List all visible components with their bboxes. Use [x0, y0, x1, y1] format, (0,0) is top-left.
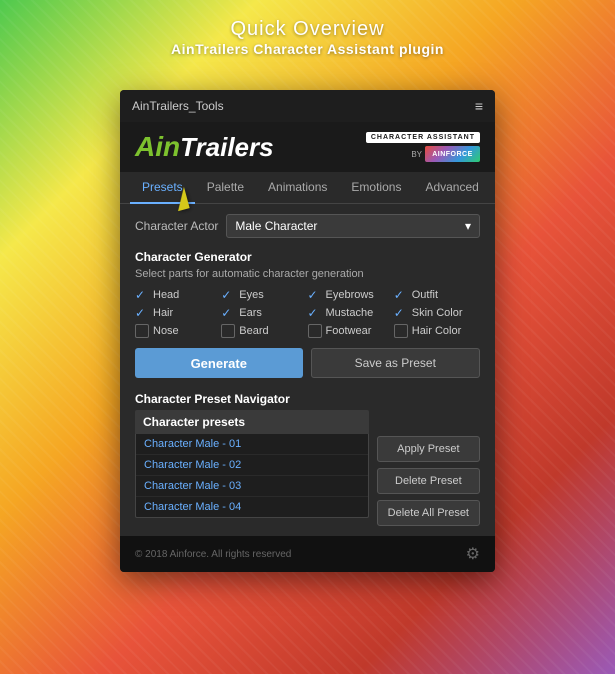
- menu-icon[interactable]: ≡: [475, 98, 483, 114]
- check-beard-empty: [221, 324, 235, 338]
- preset-item-3[interactable]: Character Male - 03: [136, 476, 368, 497]
- tab-emotions[interactable]: Emotions: [339, 172, 413, 204]
- generator-title: Character Generator: [135, 250, 480, 264]
- check-hair: ✓: [135, 306, 149, 320]
- preset-item-2[interactable]: Character Male - 02: [136, 455, 368, 476]
- checkbox-hair[interactable]: ✓ Hair: [135, 306, 221, 320]
- checkbox-mustache[interactable]: ✓ Mustache: [308, 306, 394, 320]
- checkbox-outfit[interactable]: ✓ Outfit: [394, 288, 480, 302]
- check-head: ✓: [135, 288, 149, 302]
- char-actor-select[interactable]: Male Character ▾: [226, 214, 480, 238]
- checkbox-eyebrows[interactable]: ✓ Eyebrows: [308, 288, 394, 302]
- generator-buttons: Generate Save as Preset: [135, 348, 480, 378]
- char-actor-row: Character Actor Male Character ▾: [135, 214, 480, 238]
- logo-badge: CHARACTER ASSISTANT BY AINFORCE: [366, 132, 480, 162]
- check-footwear-empty: [308, 324, 322, 338]
- preset-list-area: Character presets Character Male - 01 Ch…: [135, 410, 369, 526]
- dropdown-icon: ▾: [465, 219, 471, 233]
- generator-desc: Select parts for automatic character gen…: [135, 268, 480, 280]
- checkbox-haircolor[interactable]: Hair Color: [394, 324, 480, 338]
- preset-list: Character Male - 01 Character Male - 02 …: [135, 434, 369, 518]
- preset-item-4[interactable]: Character Male - 04: [136, 497, 368, 517]
- content-area: Character Actor Male Character ▾ Charact…: [120, 204, 495, 536]
- tab-advanced[interactable]: Advanced: [413, 172, 490, 204]
- checkbox-eyes[interactable]: ✓ Eyes: [221, 288, 307, 302]
- logo-left: AinTrailers: [135, 133, 274, 161]
- check-ears: ✓: [221, 306, 235, 320]
- checkbox-head[interactable]: ✓ Head: [135, 288, 221, 302]
- check-haircolor-empty: [394, 324, 408, 338]
- checkbox-grid: ✓ Head ✓ Eyes ✓ Eyebrows ✓ Outfit ✓ Hair…: [135, 288, 480, 338]
- nav-tabs: Presets Palette Animations Emotions Adva…: [120, 172, 495, 204]
- title-bar: AinTrailers_Tools ≡: [120, 90, 495, 122]
- preset-navigator: Character presets Character Male - 01 Ch…: [135, 410, 480, 526]
- preset-list-header: Character presets: [135, 410, 369, 434]
- tab-palette[interactable]: Palette: [195, 172, 256, 204]
- ainforce-logo: AINFORCE: [425, 146, 480, 162]
- delete-all-preset-button[interactable]: Delete All Preset: [377, 500, 480, 526]
- apply-preset-button[interactable]: Apply Preset: [377, 436, 480, 462]
- check-skincolor: ✓: [394, 306, 408, 320]
- logo-area: AinTrailers CHARACTER ASSISTANT BY AINFO…: [120, 122, 495, 172]
- page-title: Quick Overview: [0, 18, 615, 41]
- badge-text: CHARACTER ASSISTANT: [366, 132, 480, 143]
- gear-icon[interactable]: ⚙: [466, 544, 480, 564]
- copyright-text: © 2018 Ainforce. All rights reserved: [135, 549, 291, 560]
- checkbox-skincolor[interactable]: ✓ Skin Color: [394, 306, 480, 320]
- checkbox-beard[interactable]: Beard: [221, 324, 307, 338]
- tab-animations[interactable]: Animations: [256, 172, 339, 204]
- check-outfit: ✓: [394, 288, 408, 302]
- preset-nav-title: Character Preset Navigator: [135, 392, 480, 406]
- logo-ain: AinTrailers: [135, 133, 274, 161]
- preset-actions: Apply Preset Delete Preset Delete All Pr…: [377, 410, 480, 526]
- title-bar-text: AinTrailers_Tools: [132, 99, 224, 113]
- check-mustache: ✓: [308, 306, 322, 320]
- preset-item-1[interactable]: Character Male - 01: [136, 434, 368, 455]
- check-eyes: ✓: [221, 288, 235, 302]
- checkbox-footwear[interactable]: Footwear: [308, 324, 394, 338]
- generate-button[interactable]: Generate: [135, 348, 303, 378]
- badge-by: BY AINFORCE: [366, 146, 480, 162]
- page-header: Quick Overview AinTrailers Character Ass…: [0, 18, 615, 57]
- check-nose-empty: [135, 324, 149, 338]
- tab-presets[interactable]: Presets: [130, 172, 195, 204]
- char-actor-value: Male Character: [235, 219, 317, 233]
- char-actor-label: Character Actor: [135, 219, 218, 233]
- check-eyebrows: ✓: [308, 288, 322, 302]
- checkbox-ears[interactable]: ✓ Ears: [221, 306, 307, 320]
- checkbox-nose[interactable]: Nose: [135, 324, 221, 338]
- page-subtitle: AinTrailers Character Assistant plugin: [0, 41, 615, 57]
- logo-trailers: Trailers: [180, 132, 273, 162]
- bottom-bar: © 2018 Ainforce. All rights reserved ⚙: [120, 536, 495, 572]
- plugin-window: AinTrailers_Tools ≡ AinTrailers CHARACTE…: [120, 90, 495, 572]
- delete-preset-button[interactable]: Delete Preset: [377, 468, 480, 494]
- save-as-preset-button[interactable]: Save as Preset: [311, 348, 481, 378]
